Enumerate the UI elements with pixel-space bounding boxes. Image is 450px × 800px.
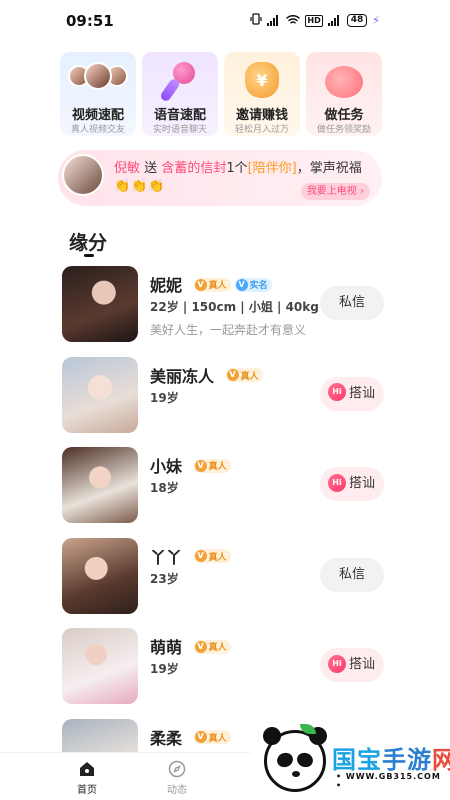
greet-button[interactable]: Hi 搭讪	[320, 467, 384, 501]
hi-icon: Hi	[328, 473, 346, 492]
wifi-icon	[286, 14, 301, 28]
user-name: 丫丫 V 真人	[150, 544, 231, 568]
user-meta: 19岁	[150, 662, 179, 676]
nav-home-label: 首页	[77, 785, 97, 796]
feature-subtitle: 实时语音聊天	[152, 125, 207, 135]
greet-button[interactable]: Hi 搭讪	[320, 376, 384, 411]
user-name: 美丽冻人 V 真人	[150, 363, 263, 387]
user-row[interactable]: 萌萌 V 真人 19岁 Hi 搭讪	[60, 626, 390, 717]
tasks-card[interactable]: 做任务 做任务领奖励	[306, 52, 382, 136]
user-meta: 22岁 | 150cm | 小姐 | 40kg	[150, 300, 319, 314]
receiver-name: 含蓄的信封	[161, 161, 227, 176]
real-person-badge: V 真人	[193, 639, 231, 654]
verified-icon: V	[226, 369, 239, 381]
clap-emoji: 👏👏👏	[114, 179, 166, 194]
broadcast-text: 倪敏 送 含蓄的信封1个[陪伴你]，掌声祝福	[114, 157, 362, 176]
nav-feed-label: 动态	[167, 785, 187, 796]
verified-icon: V	[194, 278, 207, 291]
user-name: 妮妮 V 真人 V 实名	[150, 272, 272, 296]
watermark-url: • WWW.GB315.COM •	[336, 772, 441, 790]
sender-avatar	[62, 154, 104, 196]
verified-icon: V	[194, 731, 207, 743]
user-meta: 19岁	[150, 390, 179, 405]
real-person-badge: V 真人	[225, 368, 263, 382]
user-row[interactable]: 美丽冻人 V 真人 19岁 Hi 搭讪	[60, 355, 390, 446]
charging-icon: ⚡	[372, 14, 380, 27]
signal-icon	[267, 15, 281, 26]
feature-title: 做任务	[324, 108, 364, 123]
piggy-bank-icon	[325, 66, 363, 98]
user-meta: 18岁	[150, 481, 179, 495]
invite-earn-card[interactable]: ¥ 邀请赚钱 轻松月入过万	[224, 52, 300, 136]
verified-icon: V	[235, 278, 248, 291]
user-name: 萌萌 V 真人	[150, 634, 231, 658]
user-photo[interactable]	[62, 628, 138, 704]
hi-icon: Hi	[328, 654, 346, 673]
feature-cards: 视频速配 真人视频交友 语音速配 实时语音聊天 ¥ 邀请赚钱 轻松月入过万 做任…	[60, 52, 382, 136]
nav-home[interactable]: 首页	[67, 759, 107, 796]
sender-name: 倪敏	[114, 161, 141, 176]
verified-icon: V	[194, 550, 207, 562]
broadcast-verb: 送	[144, 161, 158, 176]
status-icons: HD 48 ⚡	[250, 13, 380, 28]
message-button[interactable]: 私信	[320, 557, 384, 592]
broadcast-suffix: ，掌声祝福	[296, 161, 362, 176]
signal-icon-2	[327, 15, 342, 26]
user-list: 妮妮 V 真人 V 实名 22岁 | 150cm | 小姐 | 40kg 美好人生，…	[60, 264, 390, 800]
hd-icon: HD	[305, 14, 323, 27]
real-person-badge: V 真人	[193, 549, 231, 563]
user-meta: 23岁	[150, 571, 179, 586]
section-underline	[84, 254, 94, 257]
verified-icon: V	[194, 640, 207, 653]
gift-count: 1个	[226, 161, 248, 176]
panda-logo-icon	[263, 727, 327, 792]
feature-subtitle: 做任务领奖励	[316, 125, 371, 135]
user-photo[interactable]	[62, 537, 138, 614]
user-row[interactable]: 小妹 V 真人 18岁 Hi 搭讪	[60, 445, 390, 536]
voice-match-card[interactable]: 语音速配 实时语音聊天	[142, 52, 218, 136]
nav-feed[interactable]: 动态	[157, 759, 197, 796]
feature-subtitle: 真人视频交友	[70, 125, 125, 135]
vibrate-icon	[250, 13, 262, 28]
real-person-badge: V 真人	[193, 458, 231, 473]
video-match-card[interactable]: 视频速配 真人视频交友	[60, 52, 136, 136]
real-person-badge: V 真人	[193, 730, 231, 744]
user-name: 柔柔 V 真人	[150, 725, 231, 749]
battery-icon: 48	[346, 14, 368, 27]
user-photo[interactable]	[62, 266, 138, 342]
site-watermark: 国宝手游网 • WWW.GB315.COM •	[250, 722, 450, 800]
user-photo[interactable]	[62, 447, 138, 523]
feature-title: 视频速配	[71, 108, 124, 123]
feature-subtitle: 轻松月入过万	[234, 125, 289, 135]
gift-name: [陪伴你]	[247, 161, 297, 176]
compass-icon	[167, 759, 187, 779]
user-bio: 美好人生，一起奔赴才有意义	[150, 323, 307, 337]
hi-icon: Hi	[328, 383, 346, 401]
feature-title: 语音速配	[153, 108, 206, 123]
status-bar: 09:51 HD 48 ⚡	[0, 0, 450, 40]
user-photo[interactable]	[62, 356, 138, 433]
section-title: 缘分	[69, 232, 108, 254]
watermark-title: 国宝手游网	[332, 746, 450, 774]
verified-icon: V	[194, 459, 207, 472]
real-person-badge: V 真人	[193, 277, 231, 292]
feature-title: 邀请赚钱	[235, 108, 288, 123]
greet-button[interactable]: Hi 搭讪	[320, 648, 384, 682]
user-row[interactable]: 妮妮 V 真人 V 实名 22岁 | 150cm | 小姐 | 40kg 美好人生，…	[60, 264, 390, 355]
user-name: 小妹 V 真人	[150, 453, 231, 477]
avatars-icon	[68, 62, 128, 90]
status-time: 09:51	[66, 12, 114, 30]
user-row[interactable]: 丫丫 V 真人 23岁 私信	[60, 536, 390, 627]
message-button[interactable]: 私信	[320, 286, 384, 320]
gift-broadcast-banner[interactable]: 倪敏 送 含蓄的信封1个[陪伴你]，掌声祝福 👏👏👏 我要上电视 ›	[58, 150, 382, 206]
home-icon	[77, 759, 97, 779]
microphone-icon	[159, 62, 197, 103]
real-name-badge: V 实名	[234, 277, 272, 292]
money-bag-icon: ¥	[245, 62, 279, 98]
go-on-tv-button[interactable]: 我要上电视 ›	[300, 183, 370, 200]
